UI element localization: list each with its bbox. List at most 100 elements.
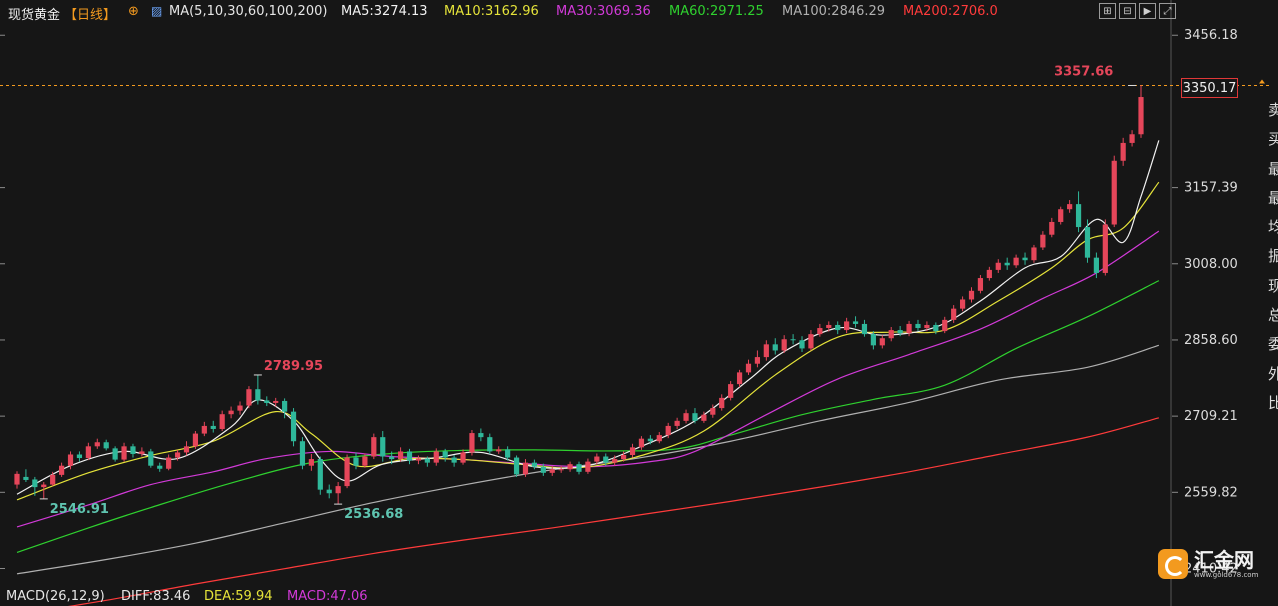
candle-body — [353, 457, 359, 466]
candle-body — [692, 413, 698, 421]
candle-body — [719, 397, 725, 409]
candle-body — [1075, 204, 1082, 228]
candle-body — [933, 324, 939, 332]
candle-body — [424, 458, 430, 463]
ma200-value: MA200:2706.0 — [903, 4, 998, 19]
play-icon[interactable]: ▶ — [1139, 3, 1156, 19]
candle-body — [166, 457, 172, 469]
candle-body — [1022, 257, 1028, 261]
candle-body — [94, 442, 100, 447]
candle-body — [67, 454, 74, 466]
ma5-line — [16, 140, 1160, 495]
candle-body — [139, 451, 145, 454]
candle-body — [674, 420, 680, 426]
candle-body — [59, 465, 65, 475]
quote-panel-char: 总 — [1268, 306, 1278, 325]
macd-spec[interactable]: MACD(26,12,9) — [6, 589, 105, 604]
candle-body — [835, 324, 841, 331]
candle-body — [852, 321, 859, 324]
candle-body — [121, 446, 127, 460]
macd-value: MACD:47.06 — [287, 589, 368, 604]
candle-body — [157, 465, 163, 469]
zoom-out-icon[interactable]: ⊟ — [1119, 3, 1136, 19]
candle-body — [790, 339, 796, 341]
ma60-line — [16, 280, 1160, 553]
candle-body — [85, 446, 91, 459]
quote-panel-char: 卖 — [1268, 101, 1278, 119]
candle-body — [415, 458, 422, 461]
candle-body — [103, 442, 109, 449]
expand-icon[interactable]: ⤢ — [1159, 3, 1176, 19]
candle-body — [389, 456, 395, 460]
candle-body — [433, 451, 439, 463]
chart-header: 现货黄金 【日线】 ⊕ ▨ MA(5,10,30,60,100,200) MA5… — [0, 0, 1278, 24]
candle-body — [870, 334, 876, 346]
extreme-label: 3357.66 — [1054, 64, 1113, 79]
quote-panel-char: 均 — [1268, 218, 1278, 237]
quote-panel-char: 最 — [1268, 159, 1278, 178]
candle-body — [183, 446, 190, 453]
instrument-title[interactable]: 现货黄金 — [8, 4, 60, 23]
candle-body — [942, 319, 948, 332]
quote-panel-char: 振 — [1268, 247, 1278, 266]
candle-body — [728, 384, 734, 398]
candle-body — [1138, 97, 1144, 135]
period-add-icon[interactable]: ⊕ — [128, 4, 139, 19]
candle-body — [1049, 221, 1055, 235]
candle-body — [701, 414, 707, 421]
candle-body — [496, 449, 502, 452]
candle-body — [594, 456, 600, 462]
candle-body — [888, 330, 894, 339]
candle-body — [612, 459, 618, 463]
candle-body — [362, 456, 368, 466]
candle-body — [273, 400, 279, 403]
candle-body — [736, 372, 743, 385]
candle-body — [558, 469, 564, 471]
fit-icon[interactable]: ⊞ — [1099, 3, 1116, 19]
candle-body — [255, 389, 261, 401]
ma10-value: MA10:3162.96 — [444, 4, 539, 19]
chart-toolbar: ⊞ ⊟ ▶ ⤢ — [1099, 3, 1176, 19]
candle-body — [397, 451, 404, 460]
quote-panel-char: 比 — [1268, 393, 1278, 412]
price-chart[interactable]: 3456.18 3157.39 3008.00 2858.60 2709.21 2559.… — [0, 0, 1278, 606]
candle-body — [380, 437, 386, 457]
candle-body — [540, 466, 546, 473]
candle-body — [844, 321, 850, 331]
candle-body — [246, 389, 252, 406]
quote-panel-char: 最 — [1268, 188, 1278, 207]
candle-body — [406, 451, 413, 461]
current-price-box: 3350.17 — [1181, 78, 1238, 98]
candle-body — [799, 340, 805, 349]
candle-body — [344, 457, 350, 487]
candle-body — [478, 433, 484, 438]
candle-body — [23, 476, 29, 480]
candle-body — [1111, 160, 1117, 225]
candle-body — [1067, 204, 1073, 210]
candle-body — [647, 438, 653, 442]
ma-settings-icon[interactable]: ▨ — [151, 4, 162, 18]
candle-body — [861, 323, 868, 335]
gold678-logo-icon — [1158, 549, 1188, 579]
candle-body — [826, 324, 832, 329]
candle-body — [41, 484, 47, 488]
price-axis-label: 2559.82 — [1184, 485, 1238, 500]
candle-body — [174, 452, 181, 458]
candle-body — [754, 357, 761, 364]
quote-panel-edge: 卖买最最均振现总委外比 — [1268, 96, 1278, 418]
candle-body — [442, 451, 448, 458]
candle-body — [460, 452, 466, 463]
candle-body — [1120, 142, 1126, 161]
candle-body — [603, 456, 609, 463]
price-axis-label: 2709.21 — [1184, 409, 1238, 424]
candle-body — [192, 433, 199, 447]
quote-panel-char: 外 — [1268, 364, 1278, 383]
candle-body — [683, 413, 689, 421]
candle-body — [326, 489, 332, 494]
candle-body — [1102, 224, 1108, 273]
candle-body — [549, 469, 555, 473]
candle-body — [1031, 247, 1037, 261]
period-label[interactable]: 【日线】 — [64, 4, 116, 23]
candle-body — [14, 473, 20, 485]
ma-spec-label: MA(5,10,30,60,100,200) — [169, 4, 328, 19]
